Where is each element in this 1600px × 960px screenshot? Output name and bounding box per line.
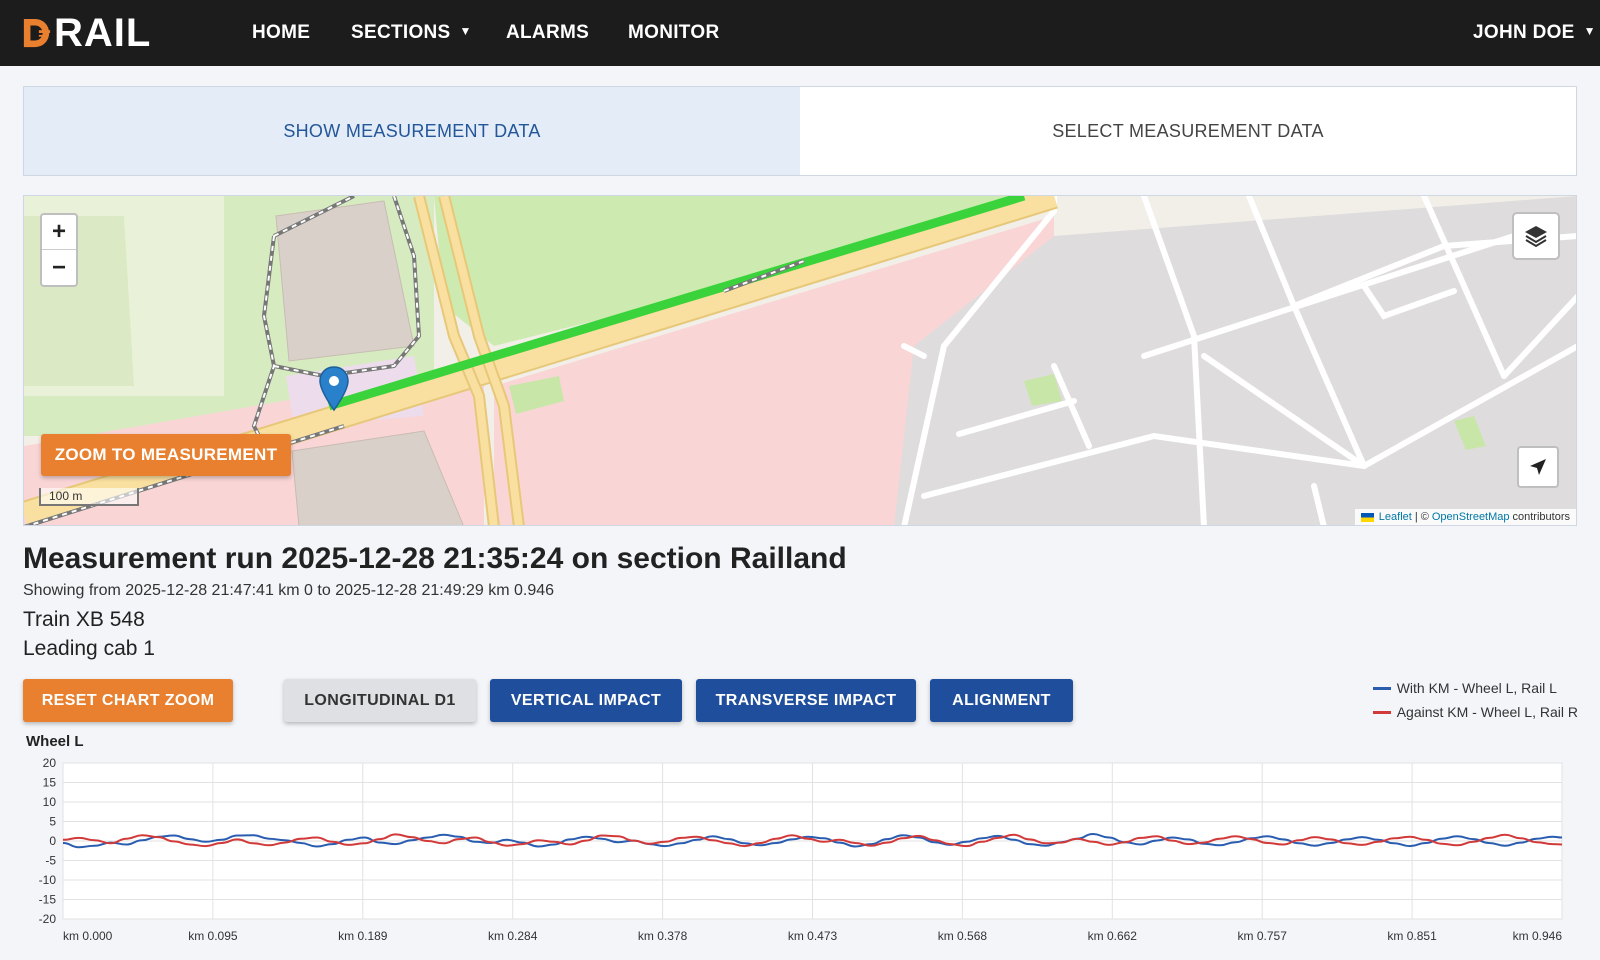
tab-show-measurement-data[interactable]: SHOW MEASUREMENT DATA (24, 87, 800, 175)
legend-swatch (1372, 686, 1391, 690)
app-logo[interactable]: RAIL (22, 11, 152, 55)
y-tick-label: -15 (39, 893, 57, 907)
x-tick-label: km 0.000 (63, 929, 113, 943)
longitudinal-d1-button[interactable]: LONGITUDINAL D1 (284, 679, 476, 722)
x-tick-label: km 0.284 (488, 929, 538, 943)
logo-text: RAIL (54, 11, 152, 55)
layers-icon (1525, 226, 1547, 248)
leaflet-link[interactable]: Leaflet (1379, 511, 1412, 523)
x-tick-label: km 0.851 (1387, 929, 1437, 943)
run-range: Showing from 2025-12-28 21:47:41 km 0 to… (23, 582, 555, 599)
nav-sections-label: SECTIONS (351, 22, 451, 43)
map-tiles (24, 196, 1576, 525)
top-navbar: RAIL HOME SECTIONS ▼ ALARMS MONITOR JOHN … (0, 0, 1600, 66)
train-label: Train XB 548 (23, 608, 145, 631)
user-name: JOHN DOE (1473, 22, 1575, 43)
x-tick-label: km 0.189 (338, 929, 388, 943)
x-tick-label: km 0.095 (188, 929, 238, 943)
openstreetmap-link[interactable]: OpenStreetMap (1432, 511, 1510, 523)
y-tick-label: -10 (39, 873, 57, 887)
transverse-impact-button[interactable]: TRANSVERSE IMPACT (696, 679, 916, 722)
nav-alarms-label: ALARMS (506, 22, 590, 43)
chart-legend: With KM - Wheel L, Rail L Against KM - W… (1372, 676, 1578, 724)
nav-monitor[interactable]: MONITOR (628, 22, 719, 44)
nav-monitor-label: MONITOR (628, 22, 720, 43)
x-tick-label: km 0.473 (788, 929, 838, 943)
y-tick-label: 15 (43, 776, 57, 790)
tab-select-measurement-data[interactable]: SELECT MEASUREMENT DATA (800, 87, 1576, 175)
legend-item-against-km[interactable]: Against KM - Wheel L, Rail R (1372, 700, 1578, 724)
y-tick-label: -20 (39, 912, 57, 926)
ukraine-flag-icon (1360, 512, 1374, 522)
zoom-to-measurement-button[interactable]: ZOOM TO MEASUREMENT (41, 434, 291, 476)
legend-item-with-km[interactable]: With KM - Wheel L, Rail L (1372, 676, 1578, 700)
x-tick-label: km 0.757 (1238, 929, 1288, 943)
zoom-in-button[interactable]: + (42, 215, 76, 250)
x-tick-label: km 0.662 (1088, 929, 1138, 943)
map-scale: 100 m (39, 488, 139, 506)
nav-home[interactable]: HOME (252, 22, 310, 44)
nav-sections[interactable]: SECTIONS ▼ (351, 22, 472, 44)
y-tick-label: 0 (49, 834, 56, 848)
nav-alarms[interactable]: ALARMS (506, 22, 589, 44)
nav-home-label: HOME (252, 22, 311, 43)
user-menu[interactable]: JOHN DOE ▼ (1473, 22, 1596, 44)
legend-swatch (1372, 710, 1391, 714)
logo-d-mark-icon (23, 18, 51, 48)
x-tick-label: km 0.378 (638, 929, 688, 943)
y-tick-label: 10 (43, 795, 57, 809)
navigation-arrow-icon (1530, 459, 1546, 475)
reset-chart-zoom-button[interactable]: RESET CHART ZOOM (23, 679, 233, 722)
vertical-impact-button[interactable]: VERTICAL IMPACT (490, 679, 682, 722)
layers-button[interactable] (1512, 212, 1560, 260)
legend-label: Against KM - Wheel L, Rail R (1396, 704, 1578, 720)
caret-down-icon: ▼ (1583, 24, 1596, 38)
attribution-tail: contributors (1512, 511, 1570, 523)
x-tick-label: km 0.568 (938, 929, 988, 943)
zoom-out-button[interactable]: − (42, 250, 76, 285)
tab-show-label: SHOW MEASUREMENT DATA (283, 120, 541, 141)
map-view[interactable]: + − ZOOM TO MEASUREMENT 100 m Leaflet | … (23, 195, 1577, 526)
caret-down-icon: ▼ (459, 24, 472, 38)
y-tick-label: 5 (49, 815, 56, 829)
measurement-tabs: SHOW MEASUREMENT DATA SELECT MEASUREMENT… (23, 86, 1577, 176)
location-marker-icon[interactable] (319, 366, 349, 412)
wheel-l-chart[interactable]: 20 15 10 5 0 -5 -10 -15 -20 km 0.000 km 0.095 km 0.… (0, 745, 1600, 950)
legend-label: With KM - Wheel L, Rail L (1396, 680, 1557, 696)
zoom-control: + − (40, 213, 78, 287)
page-title: Measurement run 2025-12-28 21:35:24 on s… (23, 542, 847, 575)
x-tick-label: km 0.946 (1513, 929, 1563, 943)
y-tick-label: -5 (45, 854, 56, 868)
cab-label: Leading cab 1 (23, 637, 155, 660)
y-tick-label: 20 (43, 756, 57, 770)
alignment-button[interactable]: ALIGNMENT (930, 679, 1073, 722)
attribution-separator: | © (1414, 511, 1429, 523)
locate-button[interactable] (1517, 446, 1559, 488)
tab-select-label: SELECT MEASUREMENT DATA (1052, 120, 1324, 141)
map-attribution: Leaflet | © OpenStreetMap contributors (1354, 509, 1576, 525)
